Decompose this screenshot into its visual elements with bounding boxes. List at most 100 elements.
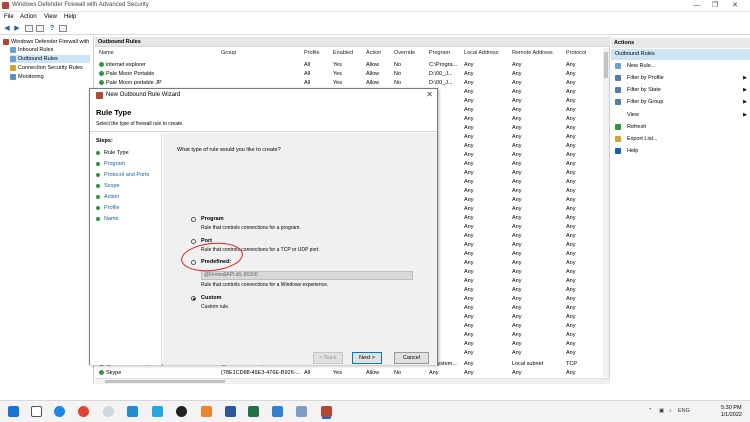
file-explorer-icon[interactable] — [296, 406, 307, 417]
menu-view[interactable]: View — [44, 14, 57, 20]
minimize-button[interactable]: — — [690, 1, 704, 10]
table-row[interactable]: Any Any Any — [464, 331, 594, 340]
col-group[interactable]: Group — [221, 50, 236, 56]
table-row[interactable]: Any Any Any — [464, 187, 594, 196]
table-row[interactable]: Any Any Any — [464, 124, 594, 133]
col-local-address[interactable]: Local Address — [464, 50, 499, 56]
action-view[interactable]: View ▶ — [611, 109, 750, 121]
tree-item-outbound-rules[interactable]: Outbound Rules — [10, 55, 90, 63]
step-protocol-and-ports[interactable]: Protocol and Ports — [96, 170, 149, 180]
maximize-button[interactable]: ❐ — [708, 1, 722, 10]
col-action[interactable]: Action — [366, 50, 381, 56]
step-action[interactable]: Action — [96, 192, 119, 202]
language-indicator[interactable]: ENG — [678, 408, 690, 414]
people-app-icon[interactable] — [54, 406, 65, 417]
table-row[interactable]: Any Any Any — [464, 349, 594, 358]
step-scope[interactable]: Scope — [96, 181, 120, 191]
table-row[interactable]: Any Any Any — [464, 97, 594, 106]
excel-icon[interactable] — [248, 406, 259, 417]
col-enabled[interactable]: Enabled — [333, 50, 353, 56]
firewall-taskbar-icon[interactable] — [321, 406, 332, 417]
table-row[interactable]: Skype {78E1CD88-49E3-476E-B926-... All Y… — [95, 369, 610, 378]
media-app-icon[interactable] — [127, 406, 138, 417]
menu-file[interactable]: File — [4, 14, 14, 20]
table-row[interactable]: Any Any Any — [464, 133, 594, 142]
radio-custom[interactable] — [191, 296, 196, 301]
next-button[interactable]: Next > — [352, 352, 382, 364]
media-player-icon[interactable] — [176, 406, 187, 417]
tray-chevron-icon[interactable]: ⌃ — [648, 408, 653, 414]
table-row[interactable]: Any Any Any — [464, 259, 594, 268]
table-row[interactable]: Any Any Any — [464, 205, 594, 214]
forward-arrow-icon[interactable]: ▶ — [13, 25, 21, 32]
table-row[interactable]: Any Any Any — [464, 295, 594, 304]
step-program[interactable]: Program — [96, 159, 125, 169]
table-row[interactable]: Any Any Any — [464, 268, 594, 277]
col-remote-address[interactable]: Remote Address — [512, 50, 553, 56]
action-refresh[interactable]: Refresh — [611, 121, 750, 133]
vertical-scrollbar[interactable] — [603, 48, 609, 377]
wizard-close-button[interactable]: ✕ — [426, 90, 433, 99]
table-row[interactable]: Any Any Any — [464, 106, 594, 115]
table-row[interactable]: Pale Moon portable JP All Yes Allow No D… — [95, 79, 610, 88]
table-row[interactable]: Any Any Any — [464, 286, 594, 295]
task-view-icon[interactable] — [31, 406, 42, 417]
table-row[interactable]: Any Any Any — [464, 250, 594, 259]
scrollbar-thumb[interactable] — [604, 52, 608, 78]
horizontal-scrollbar[interactable] — [95, 378, 610, 384]
table-row[interactable]: Any Any Any — [464, 196, 594, 205]
option-predefined-label[interactable]: Predefined: — [201, 259, 231, 265]
action-filter-by-profile[interactable]: Filter by Profile ▶ — [611, 72, 750, 84]
menu-action[interactable]: Action — [20, 14, 37, 20]
table-row[interactable]: Pale Moon Portable All Yes Allow No D:\0… — [95, 70, 610, 79]
col-override[interactable]: Override — [394, 50, 415, 56]
table-row[interactable]: Any Any Any — [464, 340, 594, 349]
clock[interactable]: 5:30 PM 1/1/2022 — [721, 405, 742, 419]
col-profile[interactable]: Profile — [304, 50, 320, 56]
col-name[interactable]: Name — [99, 50, 114, 56]
show-action-pane-icon[interactable] — [59, 25, 67, 32]
step-name[interactable]: Name — [96, 214, 119, 224]
action-filter-by-group[interactable]: Filter by Group ▶ — [611, 96, 750, 108]
table-row[interactable]: Any Any Any — [464, 169, 594, 178]
close-button[interactable]: ✕ — [728, 1, 742, 10]
step-profile[interactable]: Profile — [96, 203, 120, 213]
network-icon[interactable]: ▣ — [659, 408, 664, 414]
action-export-list[interactable]: Export List... — [611, 133, 750, 145]
table-row[interactable]: Any Any Any — [464, 241, 594, 250]
show-hide-tree-icon[interactable] — [25, 25, 33, 32]
table-row[interactable]: Any Any Any — [464, 151, 594, 160]
back-arrow-icon[interactable]: ◀ — [3, 25, 11, 32]
table-row[interactable]: Any Any Any — [464, 178, 594, 187]
table-row[interactable]: Any Any Any — [464, 313, 594, 322]
action-filter-by-state[interactable]: Filter by State ▶ — [611, 84, 750, 96]
radio-program[interactable] — [191, 217, 196, 222]
table-row[interactable]: Any Any Any — [464, 142, 594, 151]
help-toolbar-icon[interactable]: ? — [48, 25, 56, 32]
menu-help[interactable]: Help — [64, 14, 76, 20]
table-row[interactable]: Any Any Any — [464, 223, 594, 232]
table-row[interactable]: Any Any Any — [464, 322, 594, 331]
tree-root[interactable]: Windows Defender Firewall with — [3, 38, 89, 46]
chrome-icon[interactable] — [78, 406, 89, 417]
tree-item-connection-security-rules[interactable]: Connection Security Rules — [10, 64, 90, 72]
tree-item-inbound-rules[interactable]: Inbound Rules — [10, 46, 90, 54]
option-port-label[interactable]: Port — [201, 238, 212, 244]
tree-item-monitoring[interactable]: Monitoring — [10, 73, 90, 81]
predefined-rule-select[interactable]: @FirewallAPI.dll,-80200 — [201, 271, 413, 280]
word-icon[interactable] — [225, 406, 236, 417]
orange-app-icon[interactable] — [201, 406, 212, 417]
windows-start-icon[interactable] — [8, 406, 19, 417]
action-new-rule[interactable]: New Rule... — [611, 60, 750, 72]
table-row[interactable]: Any Any Any — [464, 88, 594, 97]
back-button[interactable]: < Back — [313, 352, 343, 364]
col-program[interactable]: Program — [429, 50, 450, 56]
radio-port[interactable] — [191, 239, 196, 244]
photos-app-icon[interactable] — [152, 406, 163, 417]
actions-section-outbound-rules[interactable]: Outbound Rules — [611, 49, 750, 60]
radio-predefined[interactable] — [191, 260, 196, 265]
table-row[interactable]: internet explorer All Yes Allow No C:\Pr… — [95, 61, 610, 70]
option-program-label[interactable]: Program — [201, 216, 224, 222]
properties-icon[interactable] — [36, 25, 44, 32]
table-row[interactable]: Any Any Any — [464, 214, 594, 223]
